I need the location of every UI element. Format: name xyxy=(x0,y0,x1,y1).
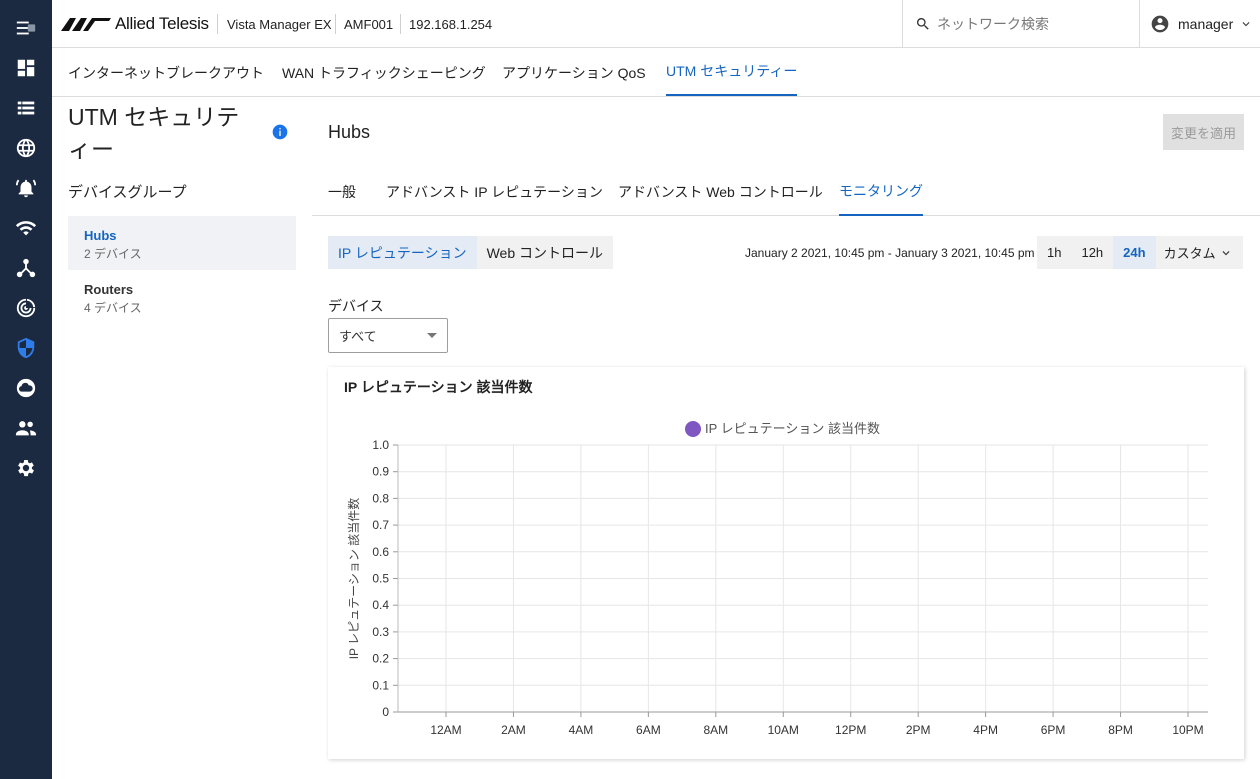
y-tick-label: 0.6 xyxy=(372,545,389,559)
alert-bell-icon[interactable] xyxy=(14,176,38,200)
y-tick-label: 0.3 xyxy=(372,625,389,639)
device-group-panel: UTM セキュリティー デバイスグループ Hubs 2 デバイス Routers… xyxy=(52,97,312,779)
breadcrumb-area[interactable]: AMF001 xyxy=(344,0,393,48)
divider xyxy=(335,14,336,34)
group-item-hubs[interactable]: Hubs 2 デバイス xyxy=(68,216,296,270)
y-tick-label: 0.4 xyxy=(372,598,389,612)
network-search xyxy=(902,0,1140,48)
x-tick-label: 12PM xyxy=(835,723,866,737)
settings-gear-icon[interactable] xyxy=(14,456,38,480)
x-tick-label: 2PM xyxy=(906,723,931,737)
users-icon[interactable] xyxy=(14,416,38,440)
group-name: Hubs xyxy=(84,228,117,243)
tab-utm-security[interactable]: UTM セキュリティー xyxy=(666,48,798,96)
user-menu[interactable]: manager xyxy=(1150,0,1253,48)
device-filter-label: デバイス xyxy=(328,298,384,314)
y-tick-label: 0.7 xyxy=(372,518,389,532)
y-tick-label: 0.2 xyxy=(372,652,389,666)
range-1h-button[interactable]: 1h xyxy=(1037,236,1072,269)
x-tick-label: 12AM xyxy=(430,723,461,737)
brand-name: Allied Telesis xyxy=(115,14,209,33)
ip-reputation-chart: 0 0.1 0.2 0.3 0.4 0.5 0.6 0.7 0.8 0.9 1.0 12AM 2AM 4A… xyxy=(346,421,1208,737)
range-custom-dropdown[interactable]: カスタム xyxy=(1155,236,1243,269)
brand-logo[interactable]: Allied Telesis xyxy=(61,14,209,34)
time-range-selector: 1h 12h 24h カスタム xyxy=(1037,236,1243,269)
range-12h-button[interactable]: 12h xyxy=(1071,236,1114,269)
security-shield-icon[interactable] xyxy=(14,336,38,360)
y-tick-label: 1.0 xyxy=(372,438,389,452)
wifi-icon[interactable] xyxy=(14,216,38,240)
top-bar: Allied Telesis Vista Manager EX AMF001 1… xyxy=(52,0,1260,48)
divider xyxy=(400,14,401,34)
list-icon[interactable] xyxy=(14,96,38,120)
page-title: UTM セキュリティー xyxy=(68,104,240,162)
x-tick-label: 4AM xyxy=(569,723,594,737)
chevron-down-icon xyxy=(1242,22,1250,27)
user-name: manager xyxy=(1178,16,1234,32)
main-panel: Hubs 変更を適用 一般 アドバンスト IP レピュテーション アドバンスト … xyxy=(312,97,1260,779)
group-name: Routers xyxy=(84,282,134,297)
nav-rail xyxy=(0,0,52,779)
x-tick-label: 8AM xyxy=(703,723,728,737)
utm-tabs: 一般 アドバンスト IP レピュテーション アドバンスト Web コントロール … xyxy=(312,168,1260,216)
group-device-count: 4 デバイス xyxy=(84,301,142,315)
group-item-routers[interactable]: Routers 4 デバイス xyxy=(68,270,296,324)
globe-icon[interactable] xyxy=(14,136,38,160)
tab-advanced-ip-reputation[interactable]: アドバンスト IP レピュテーション xyxy=(386,168,603,216)
y-tick-label: 0 xyxy=(382,705,389,719)
segment-web-control[interactable]: Web コントロール xyxy=(476,236,614,269)
date-range-text: January 2 2021, 10:45 pm - January 3 202… xyxy=(745,245,1035,260)
search-input[interactable] xyxy=(937,16,1127,32)
breadcrumb-product[interactable]: Vista Manager EX xyxy=(227,0,332,48)
apply-changes-button[interactable]: 変更を適用 xyxy=(1163,114,1244,150)
tab-monitoring[interactable]: モニタリング xyxy=(839,168,923,216)
network-topology-icon[interactable] xyxy=(14,256,38,280)
segment-ip-reputation[interactable]: IP レピュテーション xyxy=(328,236,477,269)
x-tick-label: 6AM xyxy=(636,723,661,737)
group-device-count: 2 デバイス xyxy=(84,247,142,261)
allied-telesis-logo-icon xyxy=(61,18,111,31)
group-title: Hubs xyxy=(328,122,371,142)
tab-advanced-web-control[interactable]: アドバンスト Web コントロール xyxy=(618,168,823,216)
x-tick-label: 2AM xyxy=(501,723,526,737)
breadcrumb-ip[interactable]: 192.168.1.254 xyxy=(409,0,492,48)
x-tick-label: 10AM xyxy=(768,723,799,737)
legend-label: IP レピュテーション 該当件数 xyxy=(705,421,880,436)
chart-card: IP レピュテーション 該当件数 0 0.1 0.2 0.3 0.4 0.5 0.6 0.7 0… xyxy=(328,367,1244,759)
y-tick-label: 0.8 xyxy=(372,491,389,505)
x-tick-label: 8PM xyxy=(1108,723,1133,737)
x-tick-label: 6PM xyxy=(1041,723,1066,737)
tab-internet-breakout[interactable]: インターネットブレークアウト xyxy=(68,48,264,97)
y-axis-label: IP レピュテーション 該当件数 xyxy=(346,498,361,660)
y-tick-label: 0.9 xyxy=(372,465,389,479)
legend-marker xyxy=(685,421,701,437)
range-24h-button[interactable]: 24h xyxy=(1113,236,1156,269)
tab-wan-traffic-shaping[interactable]: WAN トラフィックシェーピング xyxy=(282,48,486,97)
y-tick-label: 0.1 xyxy=(372,678,389,692)
x-tick-label: 10PM xyxy=(1172,723,1203,737)
search-icon xyxy=(916,17,929,30)
range-custom-label: カスタム xyxy=(1163,246,1216,261)
radar-icon[interactable] xyxy=(14,296,38,320)
menu-icon[interactable] xyxy=(14,16,38,40)
chevron-down-icon xyxy=(1222,250,1230,255)
device-group-label: デバイスグループ xyxy=(68,184,187,201)
account-circle-icon xyxy=(1151,15,1169,33)
caret-down-icon xyxy=(427,333,437,338)
divider xyxy=(217,14,218,34)
dashboard-icon[interactable] xyxy=(14,56,38,80)
cloud-icon[interactable] xyxy=(14,376,38,400)
device-select[interactable]: すべて xyxy=(328,318,448,353)
monitor-type-toggle: IP レピュテーション Web コントロール xyxy=(328,236,614,269)
feature-tabs: インターネットブレークアウト WAN トラフィックシェーピング アプリケーション… xyxy=(52,48,1260,97)
tab-general[interactable]: 一般 xyxy=(328,168,356,216)
x-tick-label: 4PM xyxy=(973,723,998,737)
info-icon[interactable] xyxy=(272,124,288,140)
y-tick-label: 0.5 xyxy=(372,572,389,586)
device-select-value: すべて xyxy=(339,329,377,344)
tab-application-qos[interactable]: アプリケーション QoS xyxy=(502,48,646,97)
